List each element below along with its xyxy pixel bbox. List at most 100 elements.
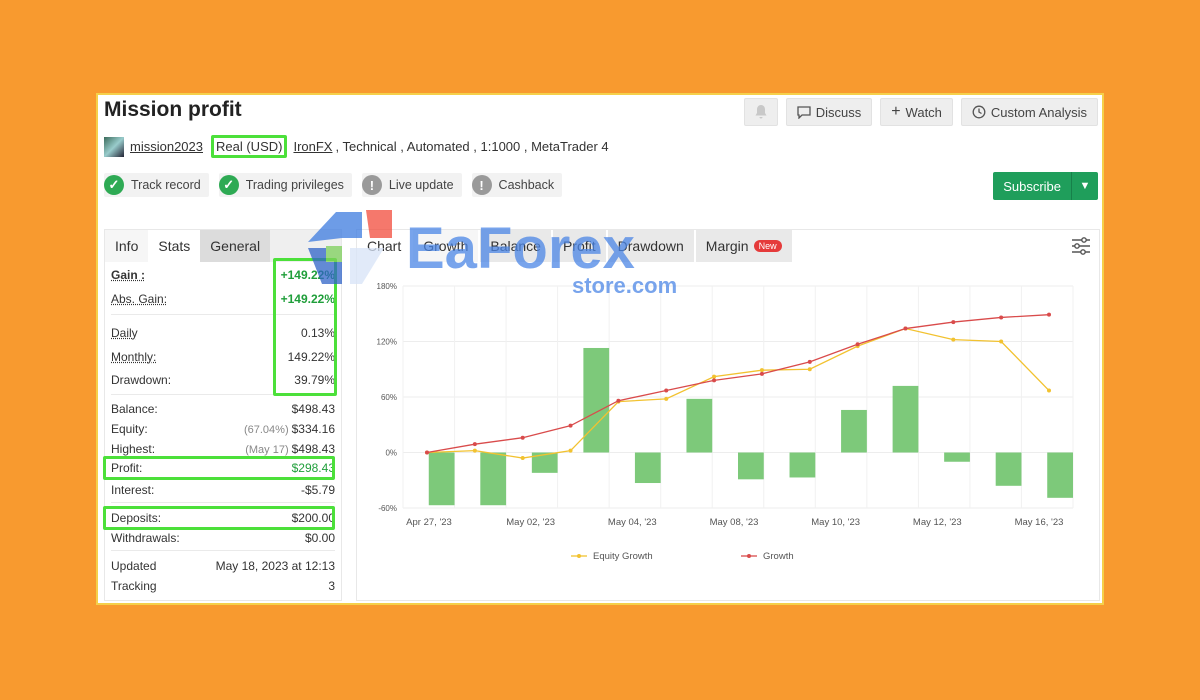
- stat-updated: Updated May 18, 2023 at 12:13: [111, 557, 335, 575]
- highest-date: (May 17): [245, 444, 289, 456]
- tab-drawdown[interactable]: Drawdown: [607, 230, 694, 262]
- tab-general[interactable]: General: [200, 230, 271, 262]
- stat-label: Highest:: [111, 442, 156, 456]
- discuss-label: Discuss: [815, 104, 862, 120]
- bar: [892, 385, 919, 453]
- badge-cashback[interactable]: ! Cashback: [471, 173, 563, 197]
- stat-label: Daily: [111, 326, 138, 340]
- tab-growth[interactable]: Growth: [413, 230, 479, 262]
- y-tick-label: 0%: [385, 449, 397, 458]
- data-point: [1047, 312, 1051, 317]
- data-point: [664, 396, 669, 401]
- tab-chart[interactable]: Chart: [357, 230, 412, 262]
- check-icon: ✓: [218, 175, 239, 195]
- data-point: [425, 450, 429, 455]
- legend-marker: [577, 554, 581, 558]
- stat-equity: Equity: (67.04%) $334.16: [111, 420, 335, 438]
- tab-balance[interactable]: Balance: [480, 230, 551, 262]
- bell-icon: [755, 105, 767, 119]
- stat-value: $0.00: [304, 531, 335, 545]
- data-point: [807, 367, 812, 372]
- chevron-down-icon[interactable]: ▼: [1072, 172, 1098, 200]
- verification-badges: ✓ Track record ✓ Trading privileges ! Live …: [104, 173, 563, 197]
- badge-label: Track record: [131, 178, 201, 192]
- tab-profit[interactable]: Profit: [552, 230, 606, 262]
- stat-label: Gain :: [111, 268, 146, 282]
- subscribe-button[interactable]: Subscribe ▼: [993, 172, 1098, 200]
- stat-label: Withdrawals:: [111, 531, 180, 545]
- data-point: [568, 448, 573, 453]
- legend-label: Equity Growth: [593, 551, 653, 562]
- data-point: [807, 359, 812, 364]
- x-tick-label: May 16, '23: [1015, 517, 1064, 528]
- x-tick-label: May 10, '23: [811, 517, 860, 528]
- stat-label: Tracking: [111, 579, 157, 593]
- data-point: [568, 423, 573, 428]
- discuss-button[interactable]: Discuss: [785, 98, 873, 126]
- stat-balance: Balance: $498.43: [111, 400, 335, 418]
- broker-link[interactable]: IronFX: [293, 139, 332, 154]
- subscribe-label: Subscribe: [993, 172, 1072, 200]
- stat-label: Monthly:: [111, 350, 157, 364]
- data-point: [712, 378, 717, 383]
- stat-value: -$5.79: [300, 483, 335, 497]
- watch-label: Watch: [905, 104, 942, 120]
- data-point: [855, 342, 860, 347]
- notify-button[interactable]: [743, 98, 778, 126]
- x-tick-label: Apr 27, '23: [406, 517, 452, 528]
- highlight-profit-box: [103, 456, 335, 480]
- stat-value: May 18, 2023 at 12:13: [215, 559, 335, 573]
- bar: [841, 409, 867, 453]
- badge-label: Cashback: [498, 178, 555, 192]
- equity-percent: (67.04%): [243, 424, 289, 436]
- strategy-card: Mission profit Discuss + Watch Custom An…: [96, 93, 1104, 605]
- comment-icon: [797, 105, 811, 119]
- stat-interest: Interest: -$5.79: [111, 481, 335, 499]
- data-point: [664, 388, 669, 393]
- plus-icon: +: [891, 103, 901, 120]
- tab-margin[interactable]: Margin New: [695, 230, 792, 262]
- bar: [686, 398, 713, 453]
- bar: [428, 452, 455, 506]
- stat-label: Drawdown:: [111, 373, 172, 387]
- x-tick-label: May 12, '23: [913, 517, 962, 528]
- chart-tabs: Chart Growth Balance Profit Drawdown Mar…: [357, 230, 1099, 262]
- bar: [634, 452, 661, 484]
- stat-label: Interest:: [111, 483, 155, 497]
- series-line: [426, 314, 1050, 454]
- y-tick-label: -60%: [378, 504, 397, 513]
- data-point: [520, 435, 525, 440]
- watch-button[interactable]: + Watch: [880, 98, 953, 126]
- custom-analysis-button[interactable]: Custom Analysis: [960, 98, 1098, 126]
- badge-live-update[interactable]: ! Live update: [361, 173, 462, 197]
- bar: [1047, 452, 1073, 498]
- data-point: [472, 448, 477, 453]
- tab-info[interactable]: Info: [105, 230, 149, 262]
- custom-analysis-label: Custom Analysis: [990, 104, 1087, 120]
- check-icon: ✓: [104, 175, 124, 195]
- stat-label: Updated: [111, 559, 157, 573]
- stat-value: $498.43: [291, 442, 335, 456]
- stat-withdrawals: Withdrawals: $0.00: [111, 529, 335, 547]
- account-meta: mission2023 Real (USD) IronFX , Technica…: [104, 135, 609, 158]
- divider: [111, 502, 335, 503]
- clock-icon: [972, 105, 986, 119]
- exclamation-icon: !: [361, 175, 382, 195]
- data-point: [712, 374, 717, 379]
- growth-chart: 180% 120% 60% 0% -60% Apr 27, '23 May 02, '23 M…: [377, 282, 1074, 562]
- new-badge: New: [753, 240, 782, 252]
- highlight-deposits-box: [103, 506, 335, 530]
- badge-track-record[interactable]: ✓ Track record: [104, 173, 209, 197]
- tab-stats[interactable]: Stats: [148, 230, 201, 262]
- account-type: Real (USD): [211, 135, 288, 158]
- badge-trading-privileges[interactable]: ✓ Trading privileges: [218, 173, 352, 197]
- top-actions: Discuss + Watch Custom Analysis: [743, 98, 1098, 126]
- avatar: [104, 136, 124, 157]
- sliders-icon[interactable]: [1071, 236, 1091, 256]
- data-point: [903, 326, 908, 331]
- legend-marker: [747, 554, 751, 558]
- badge-label: Live update: [388, 178, 454, 192]
- username-link[interactable]: mission2023: [130, 139, 203, 154]
- tab-margin-label: Margin: [705, 238, 749, 254]
- bar: [738, 452, 764, 480]
